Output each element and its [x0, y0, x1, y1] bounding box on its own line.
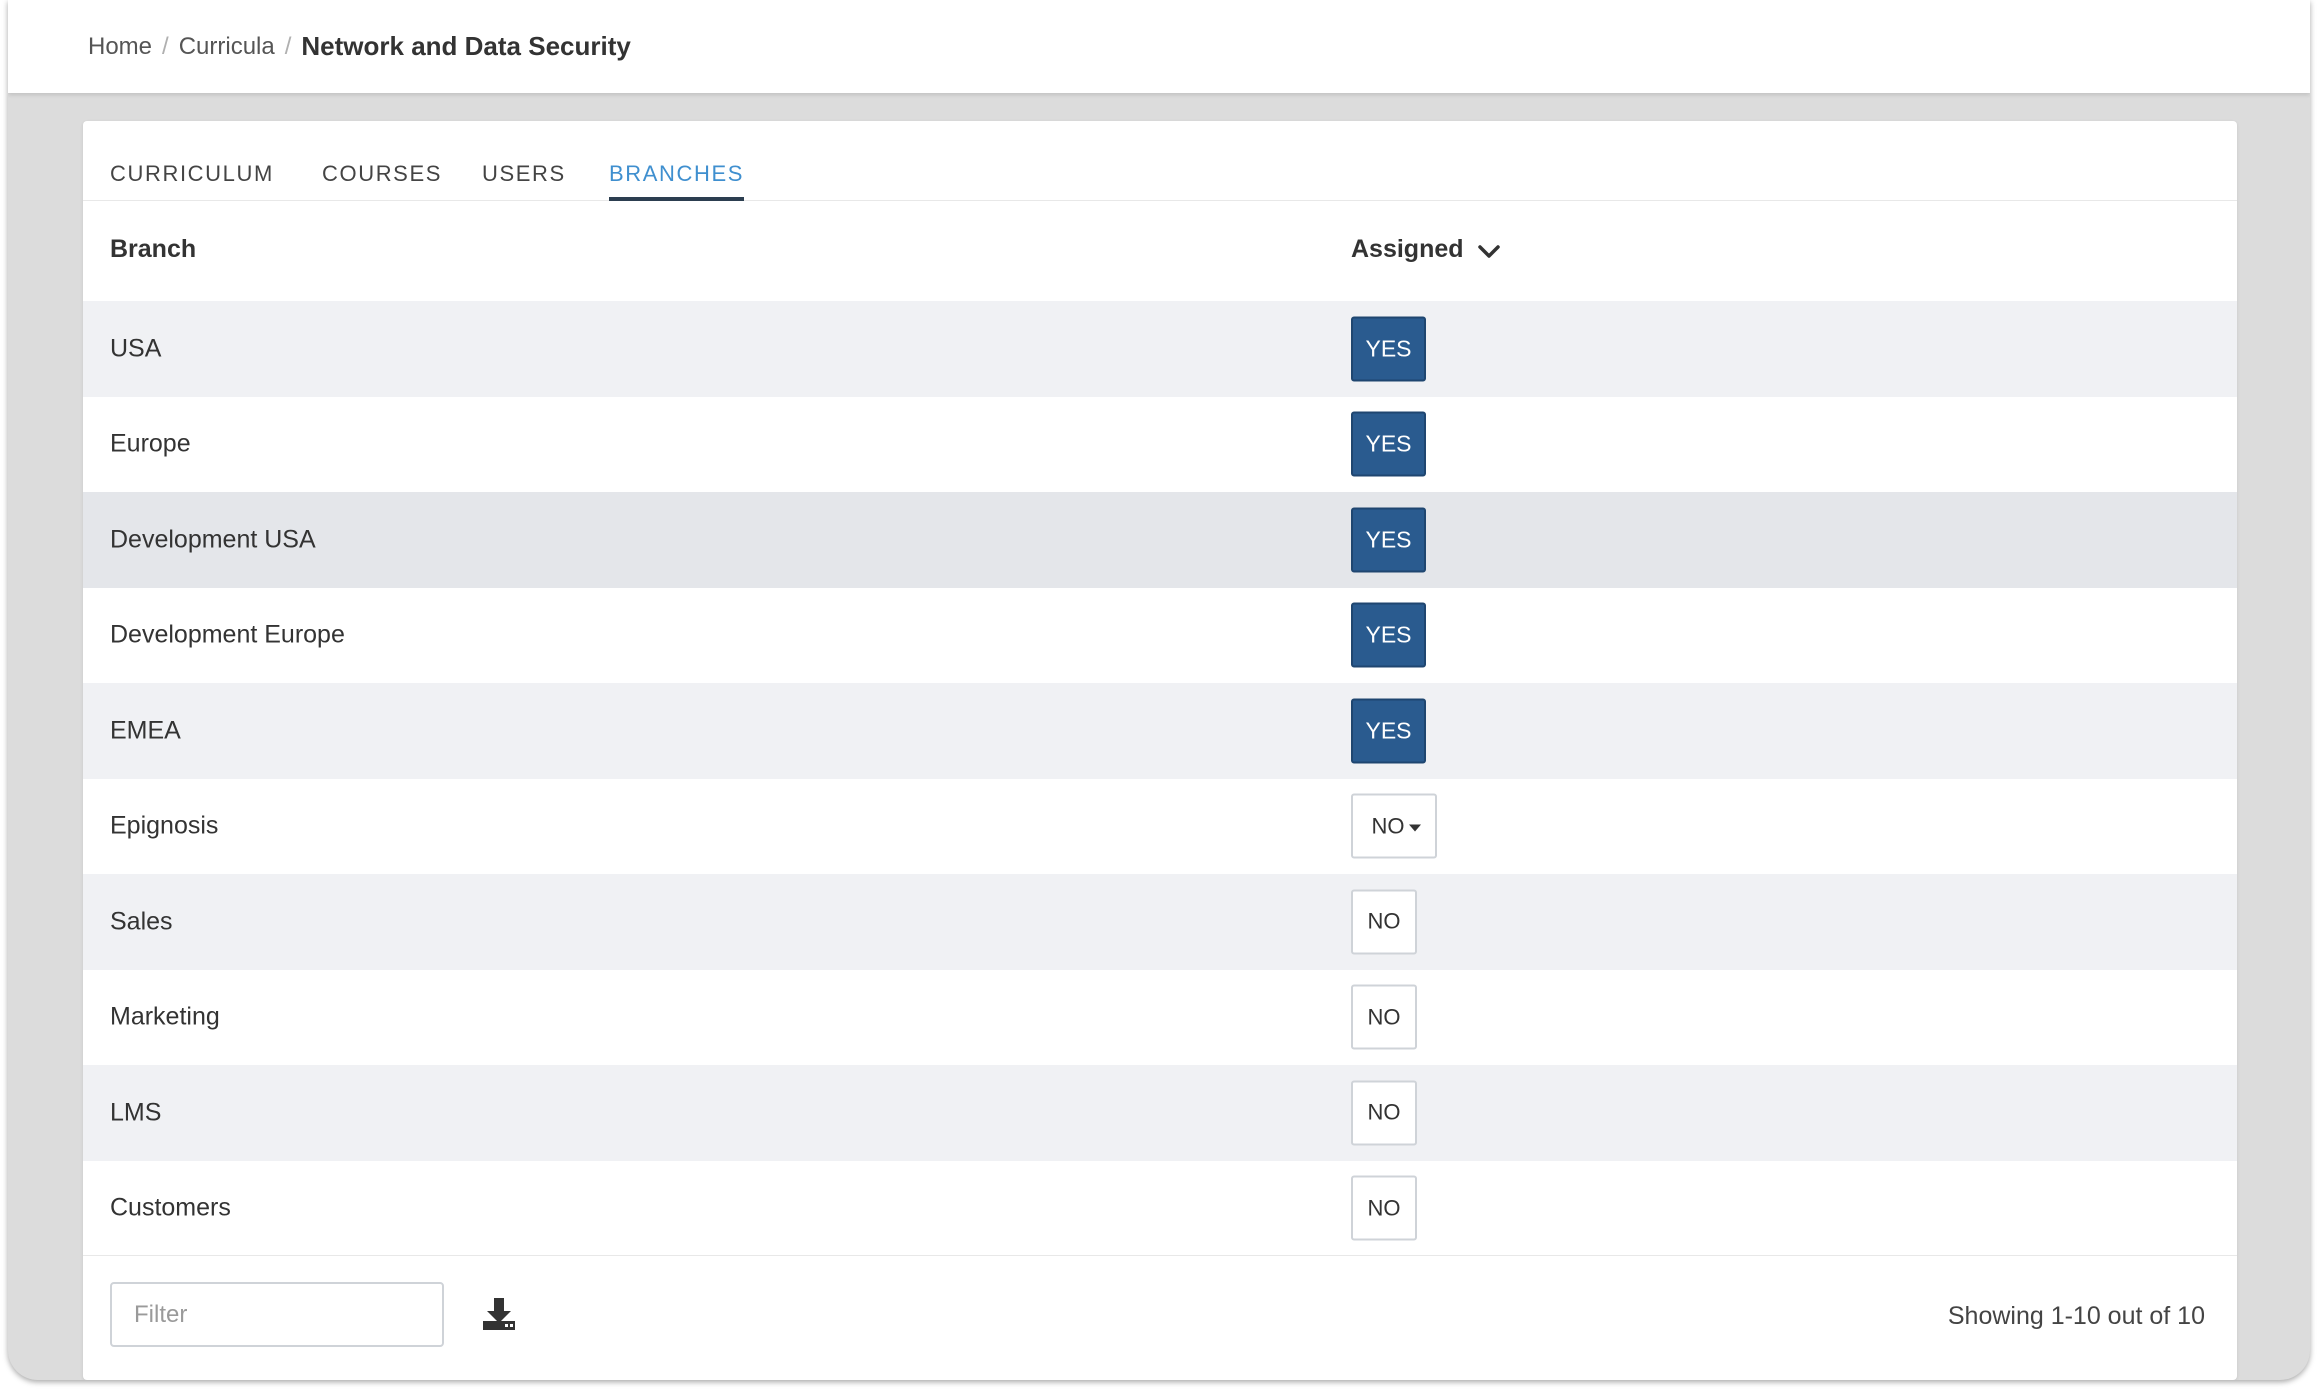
table-row: Epignosis NO	[83, 779, 2237, 875]
assigned-no-button[interactable]: NO	[1351, 1080, 1417, 1146]
assigned-no-dropdown[interactable]: NO	[1351, 793, 1437, 859]
table-header: Branch Assigned	[83, 201, 2237, 301]
branch-name: Epignosis	[110, 811, 219, 840]
filter-input[interactable]	[110, 1282, 444, 1347]
table-row: Sales NO	[83, 874, 2237, 970]
table-row: Development Europe YES	[83, 588, 2237, 684]
branch-name: Customers	[110, 1193, 231, 1222]
assigned-no-button[interactable]: NO	[1351, 1175, 1417, 1241]
breadcrumb-home-link[interactable]: Home	[88, 33, 152, 61]
branch-name: Development Europe	[110, 620, 345, 649]
chevron-down-icon	[1477, 244, 1500, 258]
branch-name: Marketing	[110, 1002, 220, 1031]
table-row: EMEA YES	[83, 683, 2237, 779]
assigned-yes-button[interactable]: YES	[1351, 316, 1426, 382]
breadcrumb-curricula-link[interactable]: Curricula	[179, 33, 275, 61]
branch-name: EMEA	[110, 716, 181, 745]
assigned-yes-button[interactable]: YES	[1351, 602, 1426, 668]
table-row: Development USA YES	[83, 492, 2237, 588]
assigned-no-button[interactable]: NO	[1351, 984, 1417, 1050]
table-body: USA YES Europe YES Development USA YES D…	[83, 301, 2237, 1256]
column-header-assigned-label: Assigned	[1351, 235, 1464, 263]
branch-name: Europe	[110, 429, 191, 458]
assigned-no-button[interactable]: NO	[1351, 889, 1417, 955]
branch-name: Development USA	[110, 525, 316, 554]
table-row: Customers NO	[83, 1161, 2237, 1257]
branch-name: LMS	[110, 1098, 162, 1127]
assigned-yes-button[interactable]: YES	[1351, 698, 1426, 764]
assigned-no-label: NO	[1371, 813, 1405, 839]
assigned-yes-button[interactable]: YES	[1351, 507, 1426, 573]
tab-bar: CURRICULUM COURSES USERS BRANCHES	[83, 121, 2237, 201]
breadcrumb: Home / Curricula / Network and Data Secu…	[8, 0, 2310, 93]
app-window: Home / Curricula / Network and Data Secu…	[8, 0, 2310, 1380]
branch-name: Sales	[110, 907, 173, 936]
column-header-assigned[interactable]: Assigned	[1351, 235, 1500, 264]
tab-courses[interactable]: COURSES	[322, 161, 442, 197]
caret-down-icon	[1408, 824, 1421, 832]
column-header-branch[interactable]: Branch	[110, 235, 196, 264]
breadcrumb-separator: /	[284, 32, 292, 60]
table-footer: Showing 1-10 out of 10	[83, 1255, 2237, 1380]
tab-branches[interactable]: BRANCHES	[609, 161, 745, 201]
download-icon	[483, 1298, 515, 1330]
table-row: Europe YES	[83, 397, 2237, 493]
pagination-summary: Showing 1-10 out of 10	[1947, 1302, 2205, 1330]
table-row: USA YES	[83, 301, 2237, 397]
tab-curriculum[interactable]: CURRICULUM	[110, 161, 274, 197]
content-panel: CURRICULUM COURSES USERS BRANCHES Branch…	[83, 121, 2237, 1380]
branch-name: USA	[110, 334, 162, 363]
table-row: LMS NO	[83, 1065, 2237, 1161]
download-button[interactable]	[479, 1294, 519, 1334]
tab-users[interactable]: USERS	[482, 161, 566, 197]
table-row: Marketing NO	[83, 970, 2237, 1066]
assigned-yes-button[interactable]: YES	[1351, 411, 1426, 477]
breadcrumb-separator: /	[162, 32, 169, 60]
page-title: Network and Data Security	[301, 31, 631, 61]
